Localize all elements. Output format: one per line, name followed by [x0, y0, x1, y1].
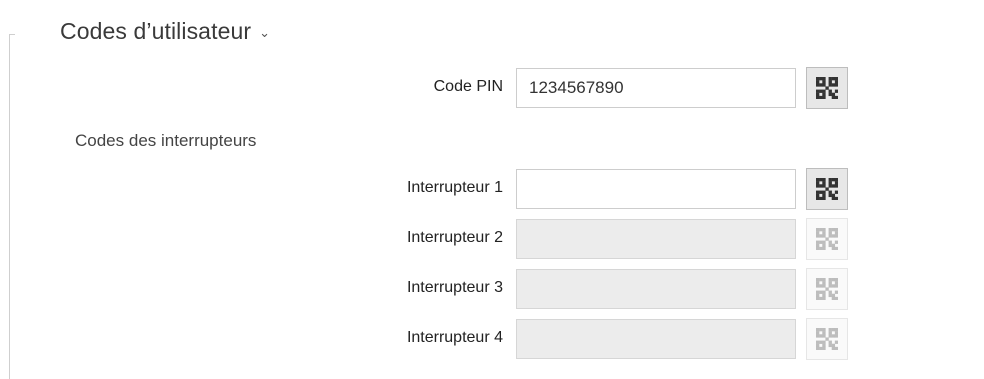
switch-1-label: Interrupteur 1 — [406, 179, 503, 196]
pin-input[interactable] — [516, 68, 796, 108]
chevron-down-icon: ⌄ — [259, 25, 271, 40]
switch-2-label: Interrupteur 2 — [406, 229, 503, 246]
switch-row-4: Interrupteur 4 — [0, 318, 984, 360]
section-header-codes-utilisateur[interactable]: Codes d’utilisateur ⌄ — [60, 14, 270, 48]
qr-code-icon — [816, 228, 838, 250]
switch-2-input — [516, 219, 796, 259]
pin-qr-button[interactable] — [806, 67, 848, 109]
qr-code-icon — [816, 77, 838, 99]
switch-4-qr-button — [806, 318, 848, 360]
switch-2-qr-button — [806, 218, 848, 260]
switch-row-2: Interrupteur 2 — [0, 218, 984, 260]
switch-codes-heading: Codes des interrupteurs — [75, 131, 257, 150]
qr-code-icon — [816, 328, 838, 350]
pin-label: Code PIN — [433, 78, 503, 95]
switch-1-input[interactable] — [516, 169, 796, 209]
switch-3-qr-button — [806, 268, 848, 310]
section-frame-tick — [9, 34, 15, 35]
section-title: Codes d’utilisateur — [60, 17, 252, 44]
qr-code-icon — [816, 278, 838, 300]
switch-4-input — [516, 319, 796, 359]
switch-row-3: Interrupteur 3 — [0, 268, 984, 310]
switch-3-input — [516, 269, 796, 309]
switch-3-label: Interrupteur 3 — [406, 279, 503, 296]
qr-code-icon — [816, 178, 838, 200]
switch-1-qr-button[interactable] — [806, 168, 848, 210]
switch-row-1: Interrupteur 1 — [0, 168, 984, 210]
switch-4-label: Interrupteur 4 — [406, 329, 503, 346]
pin-row: Code PIN — [0, 67, 984, 109]
